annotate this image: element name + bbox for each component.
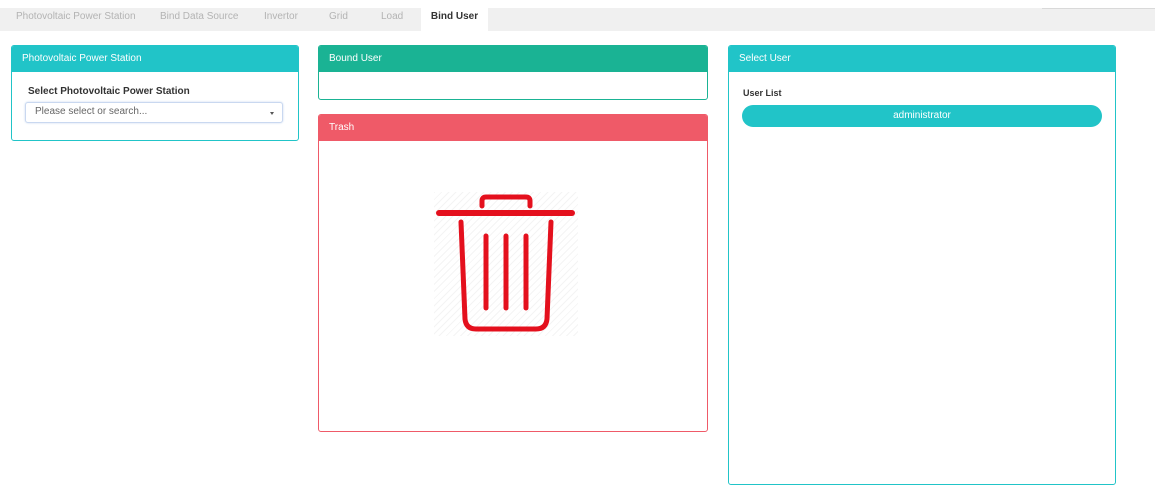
tab-bar-divider [1042, 8, 1155, 9]
tab-bar: Photovoltaic Power Station Bind Data Sou… [0, 0, 1155, 31]
user-list-label: User List [743, 88, 782, 98]
trash-panel-title: Trash [319, 115, 707, 141]
station-select-label: Select Photovoltaic Power Station [28, 86, 190, 97]
user-item-administrator[interactable]: administrator [742, 105, 1102, 127]
station-select[interactable]: Please select or search... [25, 102, 283, 123]
tab-bind-data-source[interactable]: Bind Data Source [160, 8, 238, 31]
station-panel: Photovoltaic Power Station Select Photov… [11, 45, 299, 141]
tab-grid[interactable]: Grid [329, 8, 348, 31]
trash-panel: Trash [318, 114, 708, 432]
caret-down-icon [270, 112, 274, 115]
bound-user-panel: Bound User [318, 45, 708, 100]
tab-bind-user[interactable]: Bind User [421, 8, 488, 31]
select-user-panel-title: Select User [729, 46, 1115, 72]
tab-load[interactable]: Load [381, 8, 403, 31]
station-select-placeholder: Please select or search... [35, 106, 148, 117]
bound-user-panel-title: Bound User [319, 46, 707, 72]
trash-drop-zone[interactable] [434, 192, 578, 336]
trash-icon [436, 194, 575, 332]
tab-invertor[interactable]: Invertor [264, 8, 298, 31]
select-user-panel: Select User User List administrator [728, 45, 1116, 485]
tab-photovoltaic-power-station[interactable]: Photovoltaic Power Station [16, 8, 136, 31]
station-panel-title: Photovoltaic Power Station [12, 46, 298, 72]
